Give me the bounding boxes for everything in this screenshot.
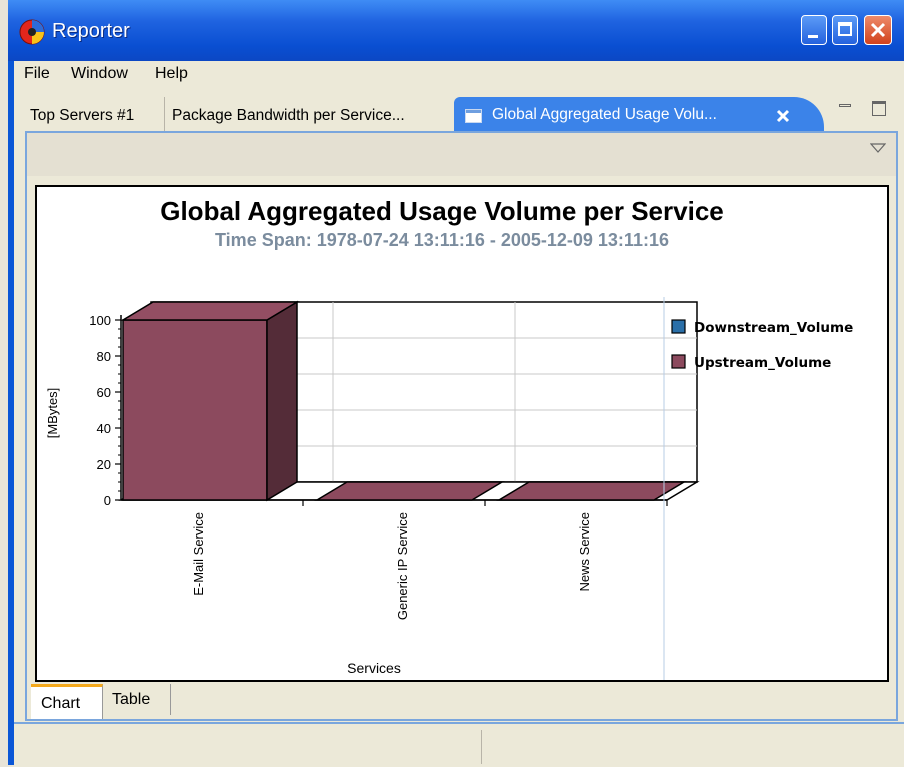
view-menu-icon[interactable] (870, 143, 886, 153)
bar-upstream-volume-top (120, 301, 300, 321)
x-tick-label: Generic IP Service (395, 512, 410, 620)
close-icon (870, 22, 886, 38)
view-toolbar (27, 133, 896, 176)
menu-file[interactable]: File (24, 65, 50, 83)
x-tick-label: E-Mail Service (191, 512, 206, 596)
minimize-view-icon[interactable] (839, 104, 851, 107)
legend-swatch (671, 354, 686, 369)
y-tick-label: 60 (97, 385, 111, 400)
menu-window[interactable]: Window (71, 65, 128, 83)
y-axis-label: [MBytes] (45, 388, 60, 439)
bar-upstream-volume-top (314, 481, 505, 501)
y-tick-label: 40 (97, 421, 111, 436)
x-tick-label: News Service (577, 512, 592, 591)
chart-subtitle: Time Span: 1978-07-24 13:11:16 - 2005-12… (215, 230, 669, 250)
status-bar (14, 722, 904, 767)
tab-label: Global Aggregated Usage Volu... (492, 106, 717, 123)
y-tick-label: 0 (104, 493, 111, 508)
usage-volume-chart: Global Aggregated Usage Volume per Servi… (45, 196, 853, 680)
tab-table-label: Table (112, 691, 151, 708)
chart-title: Global Aggregated Usage Volume per Servi… (160, 196, 724, 226)
tab-global-aggregated[interactable]: Global Aggregated Usage Volu... (454, 97, 824, 132)
document-icon (465, 109, 482, 123)
window-title: Reporter (52, 20, 130, 42)
status-divider (481, 730, 482, 764)
y-tick-label: 100 (89, 313, 111, 328)
bar-upstream-volume (122, 319, 268, 501)
bar-upstream-volume-side (266, 300, 298, 502)
maximize-view-icon[interactable] (872, 101, 886, 116)
bar-upstream-volume-top (496, 481, 687, 501)
reporter-icon (19, 19, 45, 45)
maximize-icon (838, 22, 852, 36)
menu-help[interactable]: Help (155, 65, 188, 83)
chart-panel: Global Aggregated Usage Volume per Servi… (35, 185, 889, 682)
tab-chart-label: Chart (41, 695, 81, 712)
legend-swatch (671, 319, 686, 334)
y-tick-label: 80 (97, 349, 111, 364)
minimize-button[interactable] (801, 15, 827, 45)
close-button[interactable] (864, 15, 892, 45)
tab-table[interactable]: Table (104, 684, 171, 715)
close-tab-icon[interactable] (776, 109, 790, 123)
x-axis-label: Services (347, 660, 401, 676)
y-tick-label: 20 (97, 457, 111, 472)
minimize-icon (808, 35, 818, 38)
maximize-button[interactable] (832, 15, 858, 45)
legend-label: Downstream_Volume (694, 320, 853, 336)
tab-package-bandwidth[interactable]: Package Bandwidth per Service... (166, 97, 452, 131)
title-bar[interactable] (8, 0, 904, 61)
menu-bar (14, 61, 904, 89)
tab-chart[interactable]: Chart (31, 684, 103, 719)
tab-top-servers[interactable]: Top Servers #1 (24, 97, 165, 131)
legend-label: Upstream_Volume (694, 355, 831, 371)
